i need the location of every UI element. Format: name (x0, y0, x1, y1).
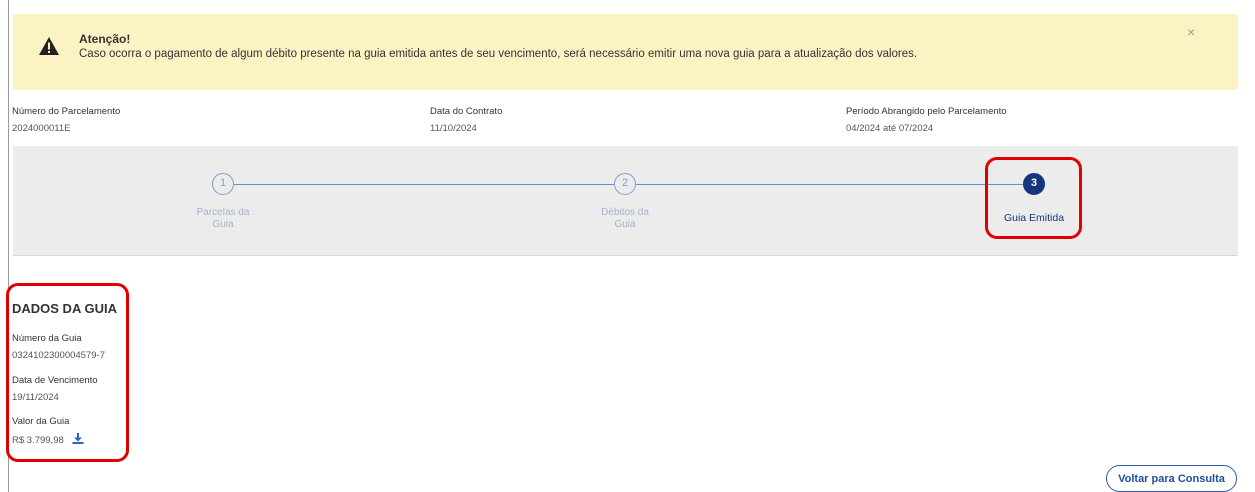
warning-icon (39, 37, 59, 55)
step-1-label-line2: Guia (212, 219, 234, 230)
back-to-search-button[interactable]: Voltar para Consulta (1106, 465, 1237, 492)
guia-value-row: R$ 3.799,98 (12, 433, 84, 446)
step-connector (234, 184, 614, 185)
contract-number-value: 2024000011E (12, 123, 71, 134)
guia-value-amount: R$ 3.799,98 (12, 435, 64, 446)
alert-title: Atenção! (79, 32, 131, 46)
step-1-label-line1: Parcelas da (196, 207, 250, 218)
step-2-label-line1: Débitos da (601, 207, 649, 218)
step-1-label: Parcelas da Guia (163, 207, 283, 231)
contract-date-value: 11/10/2024 (430, 123, 477, 134)
due-date-field: Data de Vencimento 19/11/2024 (12, 375, 98, 403)
contract-number-block: Número do Parcelamento 2024000011E (12, 106, 120, 134)
guia-value-field: Valor da Guia R$ 3.799,98 (12, 416, 84, 446)
section-title: DADOS DA GUIA (12, 301, 117, 316)
guia-value-label: Valor da Guia (12, 416, 70, 427)
warning-alert: Atenção! Caso ocorra o pagamento de algu… (13, 14, 1238, 90)
contract-period-label: Período Abrangido pelo Parcelamento (846, 106, 1007, 117)
step-connector (636, 184, 1023, 185)
alert-message: Caso ocorra o pagamento de algum débito … (79, 48, 918, 60)
step-2-label-line2: Guia (614, 219, 636, 230)
guia-number-field: Número da Guia 0324102300004579-7 (12, 333, 105, 361)
contract-date-label: Data do Contrato (430, 106, 503, 117)
close-icon[interactable]: × (1187, 24, 1195, 40)
step-1-circle: 1 (212, 173, 234, 195)
contract-period-value: 04/2024 até 07/2024 (846, 123, 934, 134)
guia-number-label: Número da Guia (12, 333, 82, 344)
contract-period-block: Período Abrangido pelo Parcelamento 04/2… (846, 106, 1007, 134)
contract-date-block: Data do Contrato 11/10/2024 (430, 106, 502, 134)
download-icon[interactable] (72, 433, 84, 444)
contract-number-label: Número do Parcelamento (12, 106, 121, 117)
due-date-label: Data de Vencimento (12, 375, 98, 386)
step-2-label: Débitos da Guia (565, 207, 685, 231)
due-date-value: 19/11/2024 (12, 392, 59, 403)
guia-number-value: 0324102300004579-7 (12, 350, 105, 361)
step-2-circle: 2 (614, 173, 636, 195)
highlight-annotation (985, 157, 1082, 239)
